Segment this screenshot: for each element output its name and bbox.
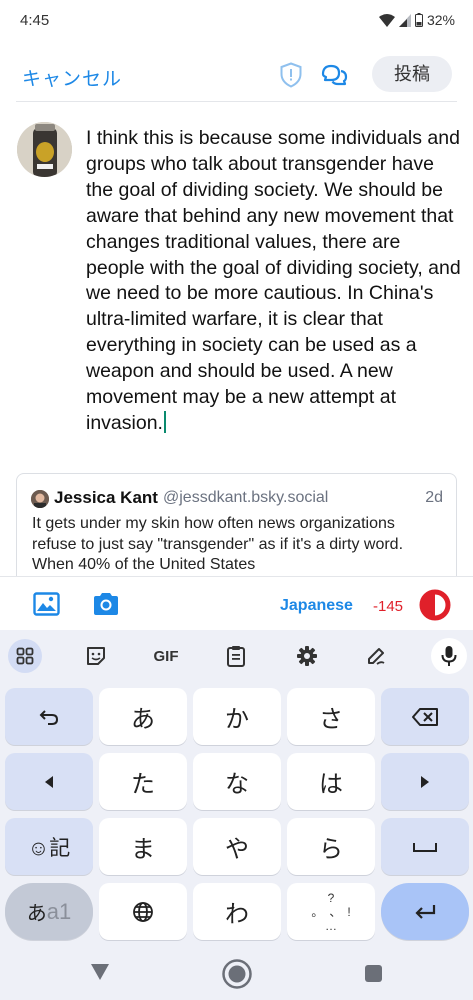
thread-settings-icon[interactable] bbox=[319, 62, 349, 88]
kana-key-a[interactable]: あ bbox=[99, 688, 187, 745]
kana-key-ya[interactable]: や bbox=[193, 818, 281, 875]
quoted-post[interactable]: Jessica Kant @jessdkant.bsky.social 2d I… bbox=[16, 473, 457, 583]
input-mode-key[interactable]: あ a1 bbox=[5, 883, 93, 940]
punct-ellipsis: … bbox=[325, 918, 337, 933]
nav-home-icon[interactable] bbox=[221, 958, 253, 990]
apps-grid-icon[interactable] bbox=[8, 639, 42, 673]
system-nav-bar bbox=[0, 948, 473, 1000]
clipboard-icon[interactable] bbox=[218, 640, 254, 672]
signal-icon bbox=[398, 13, 411, 27]
nav-back-icon[interactable] bbox=[90, 963, 110, 981]
input-mode-kana: あ bbox=[26, 903, 47, 925]
language-selector[interactable]: Japanese bbox=[280, 597, 353, 615]
shield-icon[interactable] bbox=[279, 62, 303, 88]
input-mode-alnum: a1 bbox=[46, 898, 72, 924]
user-avatar[interactable] bbox=[17, 122, 72, 177]
microphone-icon[interactable] bbox=[431, 638, 467, 674]
battery-icon bbox=[414, 13, 423, 27]
quoted-post-text: It gets under my skin how often news org… bbox=[32, 515, 404, 573]
composer-header: キャンセル 投稿 bbox=[0, 50, 473, 102]
keyboard-toolbar: GIF bbox=[0, 630, 473, 682]
kana-key-ma[interactable]: ま bbox=[99, 818, 187, 875]
status-icons: 32% bbox=[378, 12, 455, 28]
cursor-left-key[interactable] bbox=[5, 753, 93, 810]
cursor-right-key[interactable] bbox=[381, 753, 469, 810]
text-cursor bbox=[163, 410, 166, 433]
enter-key[interactable] bbox=[381, 883, 469, 940]
punct-comma: 、 bbox=[329, 904, 342, 919]
emoji-symbol-key[interactable]: ☺記 bbox=[5, 818, 93, 875]
post-text[interactable]: I think this is because some individuals… bbox=[86, 126, 462, 437]
wifi-icon bbox=[378, 13, 395, 27]
punct-row: 。 、 ! bbox=[311, 906, 350, 918]
kana-key-ha[interactable]: は bbox=[287, 753, 375, 810]
header-divider bbox=[16, 101, 457, 102]
nav-recents-icon[interactable] bbox=[365, 965, 382, 982]
punct-period: 。 bbox=[311, 904, 324, 919]
status-bar: 4:45 32% bbox=[0, 0, 473, 42]
sticker-icon[interactable] bbox=[78, 640, 114, 672]
character-limit-ring-icon bbox=[419, 589, 451, 621]
quoted-post-time: 2d bbox=[425, 489, 443, 506]
quoted-author-name: Jessica Kant bbox=[54, 488, 158, 507]
quoted-author-avatar bbox=[31, 490, 49, 508]
settings-gear-icon[interactable] bbox=[289, 640, 325, 672]
punct-exclaim: ! bbox=[347, 904, 351, 919]
kana-key-sa[interactable]: さ bbox=[287, 688, 375, 745]
punctuation-key[interactable]: ? 。 、 ! … bbox=[287, 883, 375, 940]
undo-key[interactable] bbox=[5, 688, 93, 745]
character-count: -145 bbox=[373, 598, 404, 615]
globe-key[interactable] bbox=[99, 883, 187, 940]
avatar-image bbox=[17, 122, 72, 177]
quoted-author-handle: @jessdkant.bsky.social bbox=[163, 489, 329, 506]
camera-icon[interactable] bbox=[92, 592, 120, 616]
kana-key-ra[interactable]: ら bbox=[287, 818, 375, 875]
soft-keyboard: GIF あ か さ た な は ☺記 ま や ら あ a1 わ ? 。 、 ! … bbox=[0, 630, 473, 948]
punct-question: ? bbox=[327, 890, 335, 905]
post-text-content[interactable]: I think this is because some individuals… bbox=[86, 127, 461, 434]
battery-percent: 32% bbox=[426, 12, 455, 28]
image-icon[interactable] bbox=[33, 592, 60, 616]
backspace-key[interactable] bbox=[381, 688, 469, 745]
cancel-button[interactable]: キャンセル bbox=[22, 64, 122, 91]
kana-key-na[interactable]: な bbox=[193, 753, 281, 810]
kana-key-ka[interactable]: か bbox=[193, 688, 281, 745]
space-key[interactable] bbox=[381, 818, 469, 875]
post-button[interactable]: 投稿 bbox=[372, 56, 452, 92]
handwriting-pen-icon[interactable] bbox=[358, 640, 394, 672]
gif-button[interactable]: GIF bbox=[148, 640, 184, 672]
status-time: 4:45 bbox=[20, 12, 50, 29]
kana-key-wa[interactable]: わ bbox=[193, 883, 281, 940]
kana-key-ta[interactable]: た bbox=[99, 753, 187, 810]
composer-toolbar: Japanese -145 bbox=[0, 576, 473, 630]
